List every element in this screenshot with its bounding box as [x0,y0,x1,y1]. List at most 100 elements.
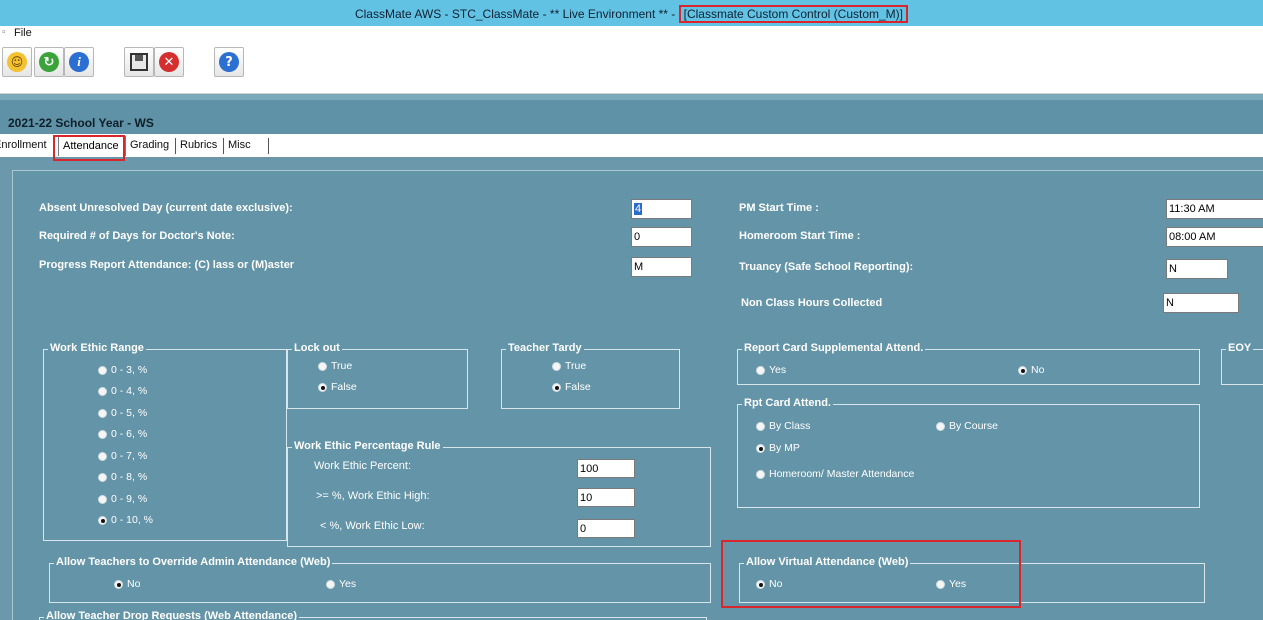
homeroom-start-label: Homeroom Start Time : [739,230,861,242]
override-admin-no-radio[interactable]: No [114,578,140,590]
refresh-button[interactable]: ↻ [34,47,64,77]
work-ethic-option[interactable]: 0 - 4, % [98,385,147,397]
work-ethic-range-title: Work Ethic Range [48,342,146,354]
radio-icon [552,361,561,371]
report-card-supplemental-group: Report Card Supplemental Attend. Yes No [737,342,1200,385]
title-bar: ClassMate AWS - STC_ClassMate - ** Live … [0,0,1263,26]
work-ethic-option[interactable]: 0 - 9, % [98,493,147,505]
doctors-note-label: Required # of Days for Doctor's Note: [39,230,235,242]
smiley-button[interactable]: ☺ [2,47,32,77]
window-title: ClassMate AWS - STC_ClassMate - ** Live … [0,5,1263,23]
radio-selected-icon [552,382,561,392]
teacher-tardy-group: Teacher Tardy True False [501,342,680,409]
help-button[interactable]: ? [214,47,244,77]
work-ethic-percent-input[interactable]: 100 [577,459,635,478]
radio-icon [98,451,107,461]
work-ethic-option[interactable]: 0 - 10, % [98,514,153,526]
menu-bar: ▫ File [0,26,1263,40]
radio-icon [318,361,327,371]
truancy-label: Truancy (Safe School Reporting): [739,261,914,273]
work-ethic-option[interactable]: 0 - 8, % [98,471,147,483]
doctors-note-input[interactable]: 0 [631,227,692,247]
help-icon: ? [219,52,239,72]
radio-selected-icon [98,515,107,525]
eoy-title: EOY [1226,342,1254,354]
window-title-highlight: [Classmate Custom Control (Custom_M)] [678,5,909,23]
radio-icon [326,579,335,589]
report-card-supp-no-radio[interactable]: No [1018,364,1044,376]
work-ethic-option[interactable]: 0 - 7, % [98,450,147,462]
radio-selected-icon [318,382,327,392]
homeroom-start-input[interactable]: 08:00 AM [1166,227,1263,247]
teacher-tardy-true-radio[interactable]: True [552,360,586,372]
radio-icon [756,421,765,431]
rpt-card-attend-group: Rpt Card Attend. By Class By Course By M… [737,397,1200,508]
attendance-panel: Absent Unresolved Day (current date excl… [12,170,1263,620]
work-ethic-option[interactable]: 0 - 5, % [98,407,147,419]
absent-unresolved-input[interactable]: 4 [631,199,692,219]
report-card-supp-yes-radio[interactable]: Yes [756,364,786,376]
school-year-label: 2021-22 School Year - WS [8,116,154,130]
pm-start-label: PM Start Time : [739,202,819,214]
pm-start-input[interactable]: 11:30 AM [1166,199,1263,219]
eoy-group: EOY [1221,342,1263,385]
radio-icon [936,421,945,431]
radio-icon [756,469,765,479]
lock-out-true-radio[interactable]: True [318,360,352,372]
info-button[interactable]: i [64,47,94,77]
save-button[interactable] [124,47,154,77]
progress-report-input[interactable]: M [631,257,692,277]
close-button[interactable]: ✕ [154,47,184,77]
main-area: 2021-22 School Year - WS Enrollment Atte… [0,94,1263,620]
work-ethic-low-input[interactable]: 0 [577,519,635,538]
override-admin-title: Allow Teachers to Override Admin Attenda… [54,556,333,568]
radio-icon [98,365,107,375]
rpt-card-attend-title: Rpt Card Attend. [742,397,833,409]
window-title-prefix: ClassMate AWS - STC_ClassMate - ** Live … [354,7,679,21]
teacher-tardy-title: Teacher Tardy [506,342,584,354]
override-admin-yes-radio[interactable]: Yes [326,578,356,590]
tab-rubrics[interactable]: Rubrics [180,139,217,151]
tab-misc[interactable]: Misc [228,139,251,151]
tab-strip: Enrollment Attendance Grading Rubrics Mi… [0,134,1263,159]
progress-report-label: Progress Report Attendance: (C) lass or … [39,259,295,271]
radio-icon [98,472,107,482]
save-icon [130,53,148,71]
override-admin-attendance-group: Allow Teachers to Override Admin Attenda… [49,556,711,603]
tab-separator [175,138,176,154]
rpt-card-homeroom-radio[interactable]: Homeroom/ Master Attendance [756,468,914,480]
non-class-hours-label: Non Class Hours Collected [741,297,883,309]
work-ethic-rule-title: Work Ethic Percentage Rule [292,440,443,452]
absent-unresolved-label: Absent Unresolved Day (current date excl… [39,202,293,214]
radio-icon [98,429,107,439]
radio-selected-icon [756,443,765,453]
report-card-supplemental-title: Report Card Supplemental Attend. [742,342,926,354]
teacher-tardy-false-radio[interactable]: False [552,381,591,393]
info-icon: i [69,52,89,72]
rpt-card-by-class-radio[interactable]: By Class [756,420,810,432]
truancy-input[interactable]: N [1166,259,1228,279]
work-ethic-high-label: >= %, Work Ethic High: [316,490,430,502]
work-ethic-option[interactable]: 0 - 3, % [98,364,147,376]
work-ethic-high-input[interactable]: 10 [577,488,635,507]
rpt-card-by-course-radio[interactable]: By Course [936,420,998,432]
smiley-icon: ☺ [7,52,27,72]
work-ethic-low-label: < %, Work Ethic Low: [320,520,425,532]
work-ethic-percent-label: Work Ethic Percent: [314,460,411,472]
lock-out-false-radio[interactable]: False [318,381,357,393]
work-ethic-option[interactable]: 0 - 6, % [98,428,147,440]
radio-selected-icon [114,579,123,589]
radio-selected-icon [1018,365,1027,375]
tab-separator [223,138,224,154]
refresh-icon: ↻ [39,52,59,72]
work-ethic-rule-group: Work Ethic Percentage Rule Work Ethic Pe… [287,440,711,547]
rpt-card-by-mp-radio[interactable]: By MP [756,442,800,454]
school-year-bar: 2021-22 School Year - WS [0,94,1263,134]
non-class-hours-input[interactable]: N [1163,293,1239,313]
tab-grading[interactable]: Grading [130,139,169,151]
radio-icon [98,386,107,396]
tab-enrollment[interactable]: Enrollment [0,139,47,151]
menu-file[interactable]: File [14,27,32,39]
lock-out-title: Lock out [292,342,342,354]
lock-out-group: Lock out True False [287,342,468,409]
